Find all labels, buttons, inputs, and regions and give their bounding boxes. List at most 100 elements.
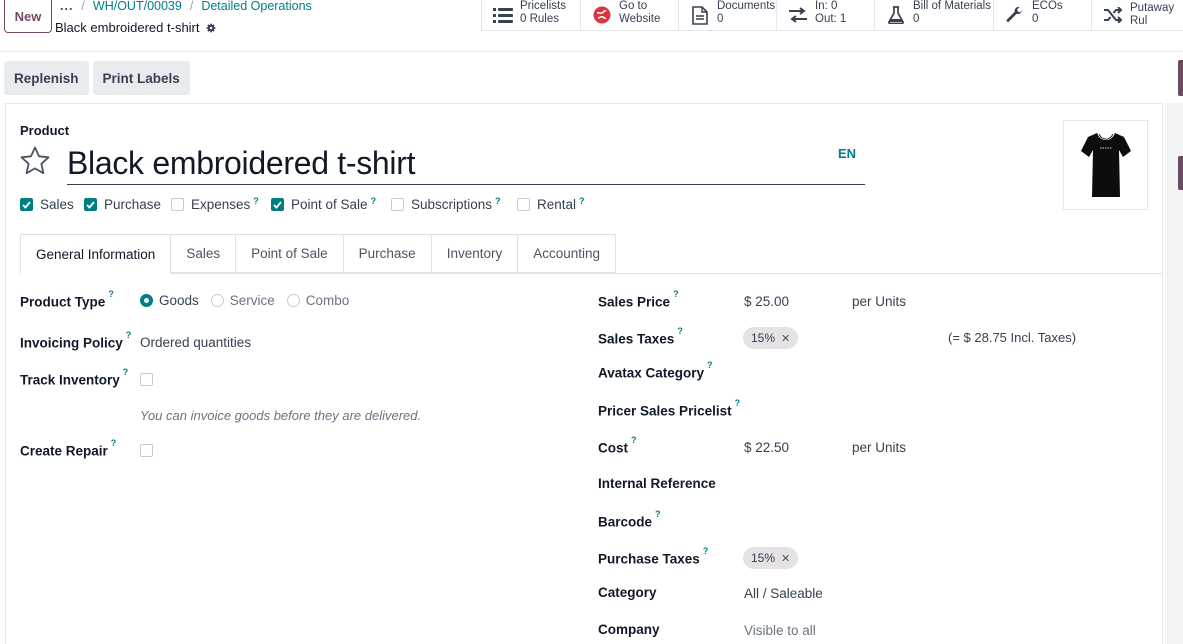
sales-checkbox[interactable]	[20, 198, 33, 211]
breadcrumb-item-detailed-operations[interactable]: Detailed Operations	[201, 0, 311, 13]
help-icon[interactable]: ?	[495, 196, 501, 206]
tabs-divider	[20, 273, 1163, 274]
close-icon[interactable]: ✕	[781, 332, 790, 345]
radio-combo[interactable]: Combo	[286, 293, 349, 308]
close-icon[interactable]: ✕	[781, 552, 790, 565]
wrench-icon	[1004, 4, 1026, 26]
go-to-website-button[interactable]: Go to Website	[581, 0, 679, 31]
expenses-checkbox[interactable]	[171, 198, 184, 211]
help-icon[interactable]: ?	[108, 289, 114, 299]
gear-icon[interactable]	[205, 22, 217, 34]
help-icon[interactable]: ?	[371, 196, 377, 206]
subscriptions-checkbox[interactable]	[391, 198, 404, 211]
create-repair-checkbox[interactable]	[140, 444, 153, 457]
flag-sales[interactable]: Sales	[20, 197, 74, 212]
point-of-sale-checkbox[interactable]	[271, 198, 284, 211]
help-icon[interactable]: ?	[579, 196, 585, 206]
tab-general-information[interactable]: General Information	[20, 234, 172, 274]
company-select[interactable]: Visible to all	[744, 623, 816, 638]
help-icon[interactable]: ?	[253, 196, 259, 206]
tab-sales[interactable]: Sales	[171, 234, 237, 273]
in-out-button[interactable]: In: 0 Out: 1	[777, 0, 875, 31]
tab-inventory[interactable]: Inventory	[431, 234, 519, 273]
website-label: Website	[619, 13, 661, 25]
product-name: Black embroidered t-shirt	[67, 145, 416, 181]
help-icon[interactable]: ?	[703, 546, 709, 556]
help-icon[interactable]: ?	[111, 438, 117, 448]
product-image[interactable]	[1063, 120, 1148, 210]
product-label: Product	[20, 123, 70, 138]
flag-label: Purchase	[104, 197, 162, 212]
in-count: In: 0	[815, 0, 838, 12]
cost-label: Cost?	[598, 435, 637, 456]
help-icon[interactable]: ?	[677, 326, 683, 336]
bill-of-materials-button[interactable]: Bill of Materials 0	[875, 0, 994, 31]
help-icon[interactable]: ?	[123, 367, 129, 377]
flag-purchase[interactable]: Purchase	[84, 197, 161, 212]
invoicing-policy-label-text: Invoicing Policy	[20, 335, 123, 351]
tab-accounting[interactable]: Accounting	[518, 234, 617, 273]
tab-purchase[interactable]: Purchase	[343, 234, 432, 273]
flag-point-of-sale[interactable]: Point of Sale?	[271, 196, 377, 212]
help-icon[interactable]: ?	[655, 509, 661, 519]
avatax-category-label: Avatax Category?	[598, 360, 713, 381]
sales-tax-tag[interactable]: 15% ✕	[743, 327, 799, 349]
ecos-label: ECOs	[1032, 0, 1063, 12]
product-type-label: Product Type?	[20, 289, 114, 310]
flag-label: Subscriptions	[411, 197, 493, 212]
invoicing-policy-select[interactable]: Ordered quantities	[140, 335, 251, 350]
flag-label: Expenses	[191, 197, 251, 212]
ecos-button[interactable]: ECOs 0	[994, 0, 1092, 31]
radio-service[interactable]: Service	[210, 293, 275, 308]
radio-dot[interactable]	[140, 294, 153, 307]
language-toggle[interactable]: EN	[838, 146, 856, 161]
create-repair-label-text: Create Repair	[20, 443, 108, 459]
documents-button[interactable]: Documents 0	[679, 0, 777, 31]
breadcrumb-separator: /	[189, 0, 194, 13]
tag-label: 15%	[751, 551, 776, 565]
record-title-text: Black embroidered t-shirt	[55, 20, 200, 35]
radio-goods[interactable]: Goods	[140, 293, 199, 308]
tab-point-of-sale[interactable]: Point of Sale	[236, 234, 344, 273]
product-name-field[interactable]: Black embroidered t-shirt	[67, 143, 865, 185]
help-icon[interactable]: ?	[126, 330, 132, 340]
pricelists-button[interactable]: Pricelists 0 Rules	[482, 0, 581, 31]
out-count: Out: 1	[815, 13, 847, 25]
rental-checkbox[interactable]	[517, 198, 530, 211]
new-button[interactable]: New	[4, 0, 52, 33]
breadcrumb-more[interactable]: ...	[60, 0, 73, 13]
putaway-label: Putaway Rul	[1130, 2, 1175, 27]
help-icon[interactable]: ?	[631, 435, 637, 445]
cost-input[interactable]: $ 22.50	[744, 440, 789, 455]
print-labels-button[interactable]: Print Labels	[92, 61, 190, 95]
flag-rental[interactable]: Rental?	[517, 196, 585, 212]
help-icon[interactable]: ?	[673, 289, 679, 299]
putaway-rules-button[interactable]: Putaway Rul	[1092, 0, 1183, 31]
invoicing-policy-label: Invoicing Policy?	[20, 330, 131, 351]
flag-subscriptions[interactable]: Subscriptions?	[391, 196, 501, 212]
purchase-checkbox[interactable]	[84, 198, 97, 211]
flask-icon	[885, 4, 907, 26]
list-icon	[492, 4, 514, 26]
flag-expenses[interactable]: Expenses?	[171, 196, 259, 212]
check-icon	[22, 200, 31, 209]
check-icon	[86, 200, 95, 209]
radio-dot[interactable]	[286, 294, 300, 307]
company-label: Company	[598, 622, 660, 637]
pricer-sales-pricelist-label: Pricer Sales Pricelist?	[598, 398, 740, 419]
star-icon[interactable]	[19, 145, 51, 177]
category-select[interactable]: All / Saleable	[744, 586, 823, 601]
radio-dot[interactable]	[210, 294, 224, 307]
globe-icon	[591, 4, 613, 26]
sales-taxes-incl: (= $ 28.75 Incl. Taxes)	[948, 330, 1077, 345]
purchase-tax-tag[interactable]: 15% ✕	[743, 547, 799, 569]
replenish-button[interactable]: Replenish	[4, 61, 89, 95]
breadcrumb-item-ref[interactable]: WH/OUT/00039	[93, 0, 182, 13]
ecos-count: 0	[1032, 13, 1039, 25]
help-icon[interactable]: ?	[735, 398, 741, 408]
flag-label: Rental	[537, 197, 577, 212]
help-icon[interactable]: ?	[707, 360, 713, 370]
sales-price-input[interactable]: $ 25.00	[744, 294, 789, 309]
control-panel: New ... / WH/OUT/00039 / Detailed Operat…	[0, 0, 1183, 52]
track-inventory-checkbox[interactable]	[140, 373, 153, 386]
